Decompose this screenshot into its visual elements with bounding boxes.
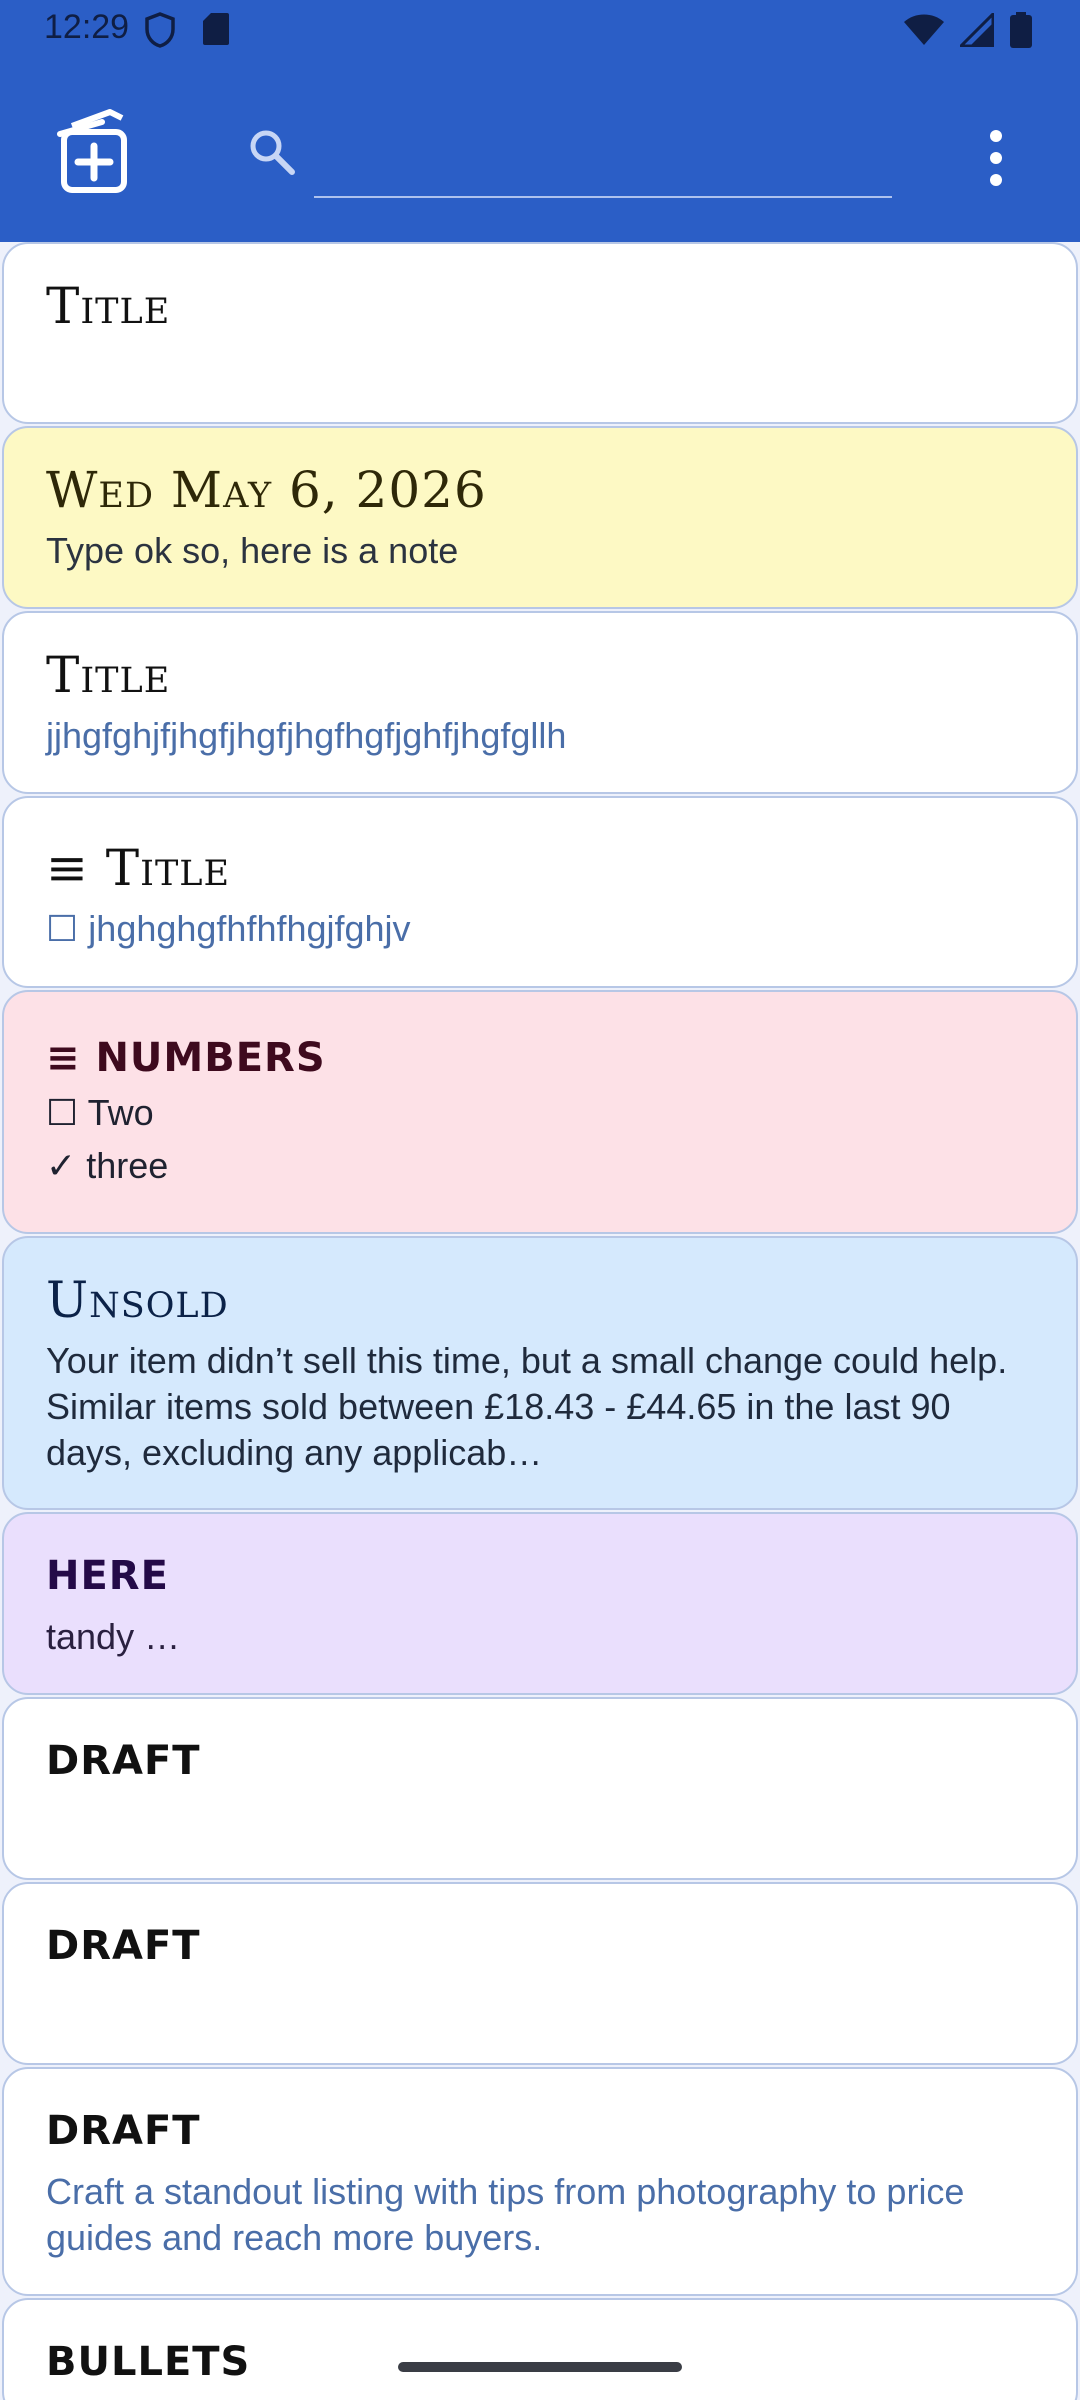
checklist-item-text: jhghghgfhfhfhgjfghjv	[88, 908, 411, 949]
unchecked-box-icon: ☐	[46, 1092, 79, 1133]
checklist-item: ☐ jhghghgfhfhfhgjfghjv	[46, 902, 1034, 955]
status-time: 12:29	[44, 8, 130, 46]
note-title: DRAFT	[46, 1923, 201, 1969]
more-options-button[interactable]	[970, 122, 1022, 194]
status-bar: 12:29	[0, 0, 1080, 64]
note-title: ≡ Title	[46, 839, 231, 897]
note-card[interactable]: ≡ Title ☐ jhghghgfhfhfhgjfghjv	[2, 796, 1078, 988]
checklist-item: ☐ Two	[46, 1086, 1034, 1139]
note-card[interactable]: DRAFT	[2, 1882, 1078, 2065]
note-card[interactable]: ≡ NUMBERS ☐ Two ✓ three	[2, 990, 1078, 1234]
note-title: Unsold	[46, 1271, 229, 1329]
add-note-button[interactable]	[50, 108, 140, 198]
note-body: tandy …	[46, 1616, 181, 1657]
signal-icon	[957, 10, 995, 52]
note-body: jjhgfghjfjhgfjhgfjhgfhgfjghfjhgfgllh	[46, 715, 567, 756]
sim-card-icon	[203, 12, 229, 53]
checklist-item: ✓ three	[46, 1139, 1034, 1192]
app-bar	[0, 64, 1080, 242]
more-vert-icon	[970, 130, 1022, 198]
note-title: Wed May 6, 2026	[46, 461, 487, 519]
note-body: Type ok so, here is a note	[46, 530, 459, 571]
note-card[interactable]: HERE tandy …	[2, 1512, 1078, 1695]
checklist-item-text: three	[86, 1145, 169, 1186]
gesture-nav-bar[interactable]	[398, 2362, 682, 2372]
note-card[interactable]: Wed May 6, 2026 Type ok so, here is a no…	[2, 426, 1078, 609]
notes-list: Title Wed May 6, 2026 Type ok so, here i…	[0, 242, 1080, 2400]
note-card[interactable]: BULLETS	[2, 2298, 1078, 2400]
add-note-icon	[50, 109, 140, 202]
note-title: Title	[46, 277, 171, 335]
battery-icon	[1010, 12, 1032, 53]
note-body: Your item didn’t sell this time, but a s…	[46, 1340, 1008, 1473]
wifi-icon	[904, 14, 944, 51]
unchecked-box-icon: ☐	[46, 908, 79, 949]
note-card[interactable]: DRAFT	[2, 1697, 1078, 1880]
search-input[interactable]	[314, 114, 892, 198]
note-card[interactable]: Unsold Your item didn’t sell this time, …	[2, 1236, 1078, 1510]
shield-icon	[145, 12, 175, 53]
search-icon[interactable]	[246, 126, 298, 178]
note-title: DRAFT	[46, 2108, 201, 2154]
checkmark-icon: ✓	[46, 1145, 77, 1186]
note-title: Title	[46, 646, 171, 704]
note-card[interactable]: Title jjhgfghjfjhgfjhgfjhgfhgfjghfjhgfgl…	[2, 611, 1078, 794]
checklist-item-text: Two	[87, 1092, 154, 1133]
note-card[interactable]: Title	[2, 242, 1078, 424]
note-title: DRAFT	[46, 1738, 201, 1784]
note-title: ≡ NUMBERS	[46, 1035, 326, 1081]
note-body: Craft a standout listing with tips from …	[46, 2171, 965, 2258]
note-card[interactable]: DRAFT Craft a standout listing with tips…	[2, 2067, 1078, 2296]
note-title: HERE	[46, 1553, 169, 1599]
